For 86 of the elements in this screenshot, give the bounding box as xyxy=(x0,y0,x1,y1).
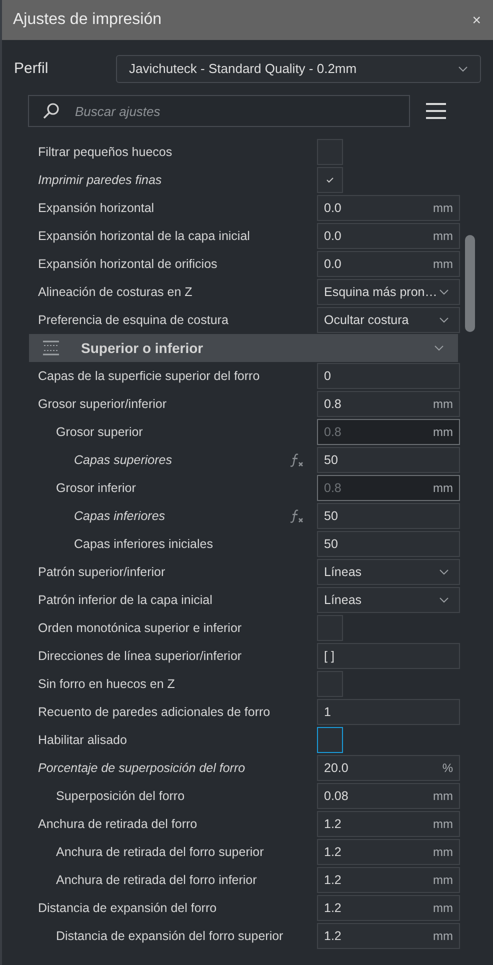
checkbox[interactable] xyxy=(317,139,343,165)
input-field[interactable]: 20.0 % xyxy=(317,755,460,781)
chevron-down-icon xyxy=(439,569,449,575)
setting-label: Recuento de paredes adicionales de forro xyxy=(38,704,272,721)
unit-label: mm xyxy=(433,228,453,245)
setting-label: Grosor superior/inferior xyxy=(38,396,168,413)
profile-label: Perfil xyxy=(13,58,50,79)
section-header[interactable]: Superior o inferior xyxy=(29,334,458,362)
unit-label: mm xyxy=(433,396,453,413)
unit-label: mm xyxy=(433,256,453,273)
input-field[interactable]: 1.2 mm xyxy=(317,895,460,921)
chevron-down-icon xyxy=(434,345,444,351)
setting-label: Capas inferiores xyxy=(74,508,166,525)
input-field[interactable]: 0.0 mm xyxy=(317,223,460,249)
dropdown[interactable]: Esquina más pron… xyxy=(317,279,460,305)
input-field[interactable]: 1.2 mm xyxy=(317,867,460,893)
setting-label: Sin forro en huecos en Z xyxy=(38,676,176,693)
input-field[interactable]: 1.2 mm xyxy=(317,811,460,837)
input-field[interactable]: 50 xyxy=(317,503,460,529)
chevron-down-icon xyxy=(458,66,468,72)
unit-label: mm xyxy=(433,788,453,805)
setting-label: Patrón superior/inferior xyxy=(38,564,166,581)
input-field[interactable]: 1.2 mm xyxy=(317,923,460,949)
menu-icon[interactable] xyxy=(426,102,446,120)
setting-label: Expansión horizontal de orificios xyxy=(38,256,218,273)
input-field[interactable]: 1 xyxy=(317,699,460,725)
input-field[interactable]: 0.8 mm xyxy=(317,419,460,445)
setting-label: Anchura de retirada del forro xyxy=(38,816,198,833)
setting-label: Superposición del forro xyxy=(56,788,186,805)
setting-label: Expansión horizontal de la capa inicial xyxy=(38,228,251,245)
unit-label: mm xyxy=(433,844,453,861)
input-field[interactable]: [ ] xyxy=(317,643,460,669)
input-field[interactable]: 0.0 mm xyxy=(317,251,460,277)
chevron-down-icon xyxy=(439,597,449,603)
input-field[interactable]: 0.8 mm xyxy=(317,475,460,501)
chevron-down-icon xyxy=(439,289,449,295)
input-field[interactable]: 50 xyxy=(317,531,460,557)
setting-label: Direcciones de línea superior/inferior xyxy=(38,648,243,665)
setting-label: Capas superiores xyxy=(74,452,173,469)
setting-label: Grosor superior xyxy=(56,424,144,441)
unit-label: mm xyxy=(433,900,453,917)
input-field[interactable]: 1.2 mm xyxy=(317,839,460,865)
profile-dropdown[interactable]: Javichuteck - Standard Quality - 0.2mm xyxy=(116,55,481,83)
dropdown[interactable]: Líneas xyxy=(317,559,460,585)
window-title: Ajustes de impresión xyxy=(13,10,162,30)
setting-label: Anchura de retirada del forro superior xyxy=(56,844,265,861)
unit-label: mm xyxy=(433,872,453,889)
close-button[interactable]: × xyxy=(472,12,481,28)
unit-label: mm xyxy=(433,480,453,497)
checkbox[interactable] xyxy=(317,671,343,697)
setting-label: Preferencia de esquina de costura xyxy=(38,312,230,329)
scrollbar-thumb[interactable] xyxy=(465,235,475,332)
input-field[interactable]: 0 xyxy=(317,363,460,389)
setting-label: Orden monotónica superior e inferior xyxy=(38,620,243,637)
setting-label: Grosor inferior xyxy=(56,480,137,497)
checkbox[interactable] xyxy=(317,727,343,753)
unit-label: mm xyxy=(433,200,453,217)
chevron-down-icon xyxy=(439,317,449,323)
input-field[interactable]: 50 xyxy=(317,447,460,473)
dropdown[interactable]: Ocultar costura xyxy=(317,307,460,333)
setting-label: Alineación de costuras en Z xyxy=(38,284,194,301)
setting-label: Capas inferiores iniciales xyxy=(74,536,214,553)
unit-label: mm xyxy=(433,816,453,833)
checkbox[interactable] xyxy=(317,615,343,641)
setting-label: Filtrar pequeños huecos xyxy=(38,144,174,161)
search-icon xyxy=(42,102,60,120)
setting-label: Distancia de expansión del forro xyxy=(38,900,218,917)
setting-label: Porcentaje de superposición del forro xyxy=(38,760,246,777)
setting-label: Habilitar alisado xyxy=(38,732,128,749)
setting-label: Imprimir paredes finas xyxy=(38,172,163,189)
checkmark-icon xyxy=(326,177,334,183)
setting-label: Distancia de expansión del forro superior xyxy=(56,928,284,945)
input-field[interactable]: 0.08 mm xyxy=(317,783,460,809)
search-field[interactable]: Buscar ajustes xyxy=(28,95,410,127)
setting-label: Capas de la superficie superior del forro xyxy=(38,368,261,385)
input-field[interactable]: 0.0 mm xyxy=(317,195,460,221)
input-field[interactable]: 0.8 mm xyxy=(317,391,460,417)
setting-label: Patrón inferior de la capa inicial xyxy=(38,592,214,609)
unit-label: mm xyxy=(433,928,453,945)
dropdown[interactable]: Líneas xyxy=(317,587,460,613)
layers-icon xyxy=(42,340,60,356)
setting-label: Anchura de retirada del forro inferior xyxy=(56,872,258,889)
checkbox[interactable] xyxy=(317,167,343,193)
setting-label: Expansión horizontal xyxy=(38,200,156,217)
unit-label: mm xyxy=(433,424,453,441)
unit-label: % xyxy=(442,760,453,777)
